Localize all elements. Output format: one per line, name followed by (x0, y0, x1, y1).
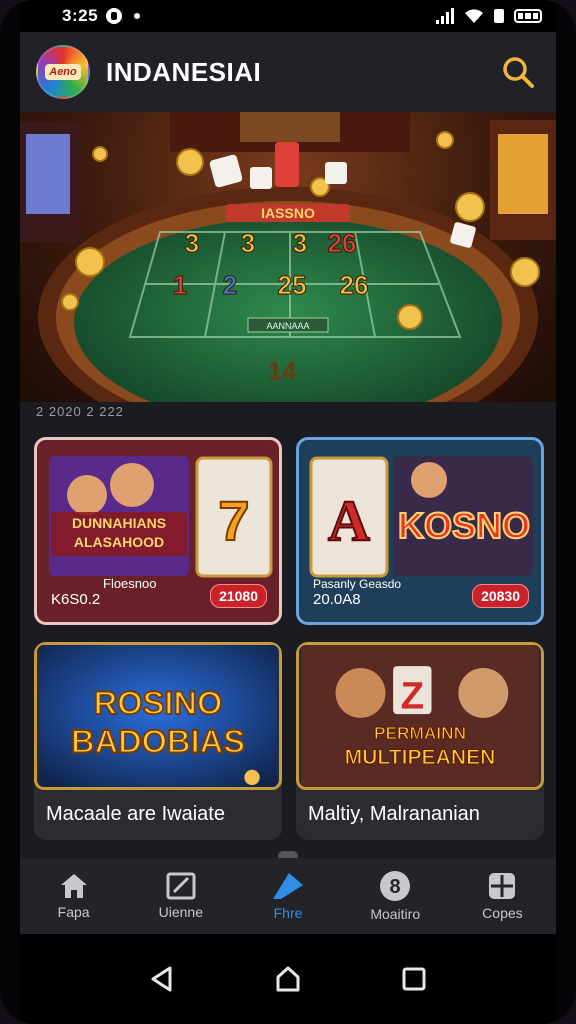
status-time: 3:25 (62, 6, 99, 25)
lock-icon (494, 9, 504, 23)
game-card-4[interactable]: Z PERMAINN MULTIPEANEN Maltiy, Malranani… (296, 642, 544, 840)
hero-row2-0: 1 (173, 270, 187, 300)
nav-label-edit: Uienne (158, 904, 203, 920)
card2-sub: Pasanly Geasdo (313, 577, 402, 591)
hero-bottom-label: 14 (268, 356, 297, 386)
card4-reel: Z (401, 674, 424, 717)
app-bar: Aeno INDANESIAI (20, 32, 556, 112)
hero-small-sign: AANNAAA (266, 321, 309, 331)
card4-art-title-bottom: MULTIPEANEN (345, 746, 496, 769)
notification-icon (106, 8, 123, 24)
battery-icon (514, 9, 542, 23)
home-button-icon[interactable] (274, 965, 302, 993)
card2-value: 20.0A8 (313, 591, 361, 608)
nav-item-copes[interactable]: Copes (449, 858, 556, 934)
notification-dot-icon (134, 13, 141, 19)
nav-label-home: Fapa (57, 904, 90, 920)
card1-value: K6S0.2 (51, 591, 101, 608)
card2-badge: 20830 (472, 584, 529, 608)
card1-art-title: DUNNAHIANS ALASAHOOD (71, 515, 167, 550)
wifi-icon (465, 9, 483, 23)
status-bar: 3:25 (20, 0, 556, 32)
game-card-2[interactable]: A KOSNO Pasanly Geasdo 20.0A8 20830 (296, 437, 544, 625)
card2-meta: Pasanly Geasdo 20.0A8 (313, 576, 401, 608)
game-card-1-art: 7 DUNNAHIANS ALASAHOOD (49, 456, 273, 578)
nav-item-edit[interactable]: Uienne (127, 858, 234, 934)
casino-table-illustration: IASSNO 3 3 3 26 1 2 25 26 AANNAAA 14 (20, 112, 556, 402)
nav-item-monitor[interactable]: 8 Moaitiro (342, 858, 449, 934)
table-sign: IASSNO (261, 205, 315, 221)
recents-icon[interactable] (402, 967, 426, 991)
card3-art-title-top: ROSINO (94, 684, 223, 721)
nav-item-play[interactable]: Fhre (234, 858, 341, 934)
card3-art-title-bottom: BADOBIAS (71, 722, 245, 759)
system-nav-bar (20, 934, 556, 1024)
card2-reel: A (328, 488, 370, 553)
nav-item-home[interactable]: Fapa (20, 858, 127, 934)
game-card-3-art: ROSINO BADOBIAS (34, 642, 282, 790)
play-icon (273, 873, 303, 899)
signal-icon (436, 8, 454, 24)
home-icon (60, 874, 87, 898)
hero-row1-2: 3 (293, 228, 307, 258)
game-card-2-art: A KOSNO (309, 456, 533, 578)
section-label: 2 2020 2 222 (36, 404, 124, 419)
card1-reel: 7 (218, 489, 249, 552)
app-logo-text: Aeno (45, 64, 81, 80)
nav-label-play: Fhre (273, 905, 303, 921)
hero-row1-3: 26 (328, 228, 357, 258)
card3-caption: Macaale are Iwaiate (46, 803, 225, 825)
card1-badge: 21080 (210, 584, 267, 608)
edit-icon (166, 872, 196, 900)
search-icon (503, 57, 534, 88)
hero-banner[interactable]: IASSNO 3 3 3 26 1 2 25 26 AANNAAA 14 (20, 112, 556, 402)
eight-ball-icon: 8 (380, 871, 411, 901)
game-card-1[interactable]: 7 DUNNAHIANS ALASAHOOD Floesnoo K6S0.2 2… (34, 437, 282, 625)
nav-label-monitor: Moaitiro (370, 906, 421, 922)
back-icon[interactable] (150, 966, 174, 992)
search-button[interactable] (496, 50, 540, 94)
hero-row2-3: 26 (340, 270, 369, 300)
screen: 3:25 Aeno INDANESIAI IASSNO 3 3 3 26 1 2… (20, 0, 556, 1024)
svg-text:8: 8 (390, 876, 401, 898)
device-frame: 3:25 Aeno INDANESIAI IASSNO 3 3 3 26 1 2… (0, 0, 576, 1024)
grid-icon (489, 873, 516, 899)
card4-caption: Maltiy, Malrananian (308, 803, 480, 825)
hero-row2-1: 2 (223, 270, 237, 300)
card4-art-title-top: PERMAINN (374, 723, 466, 743)
card2-art-title: KOSNO (398, 505, 530, 546)
nav-label-copes: Copes (482, 905, 523, 921)
card1-sub: Floesnoo (103, 576, 157, 591)
hero-row1-0: 3 (185, 228, 199, 258)
hero-row1-1: 3 (241, 228, 255, 258)
card1-meta: Floesnoo K6S0.2 (51, 576, 156, 608)
bottom-nav: Fapa Uienne Fhre 8 Moaitiro Copes (20, 858, 556, 934)
app-logo[interactable]: Aeno (36, 45, 90, 99)
hero-row2-2: 25 (278, 270, 307, 300)
app-title: INDANESIAI (106, 56, 262, 87)
game-card-3[interactable]: ROSINO BADOBIAS Macaale are Iwaiate (34, 642, 282, 840)
game-card-4-art: Z PERMAINN MULTIPEANEN (296, 642, 544, 790)
